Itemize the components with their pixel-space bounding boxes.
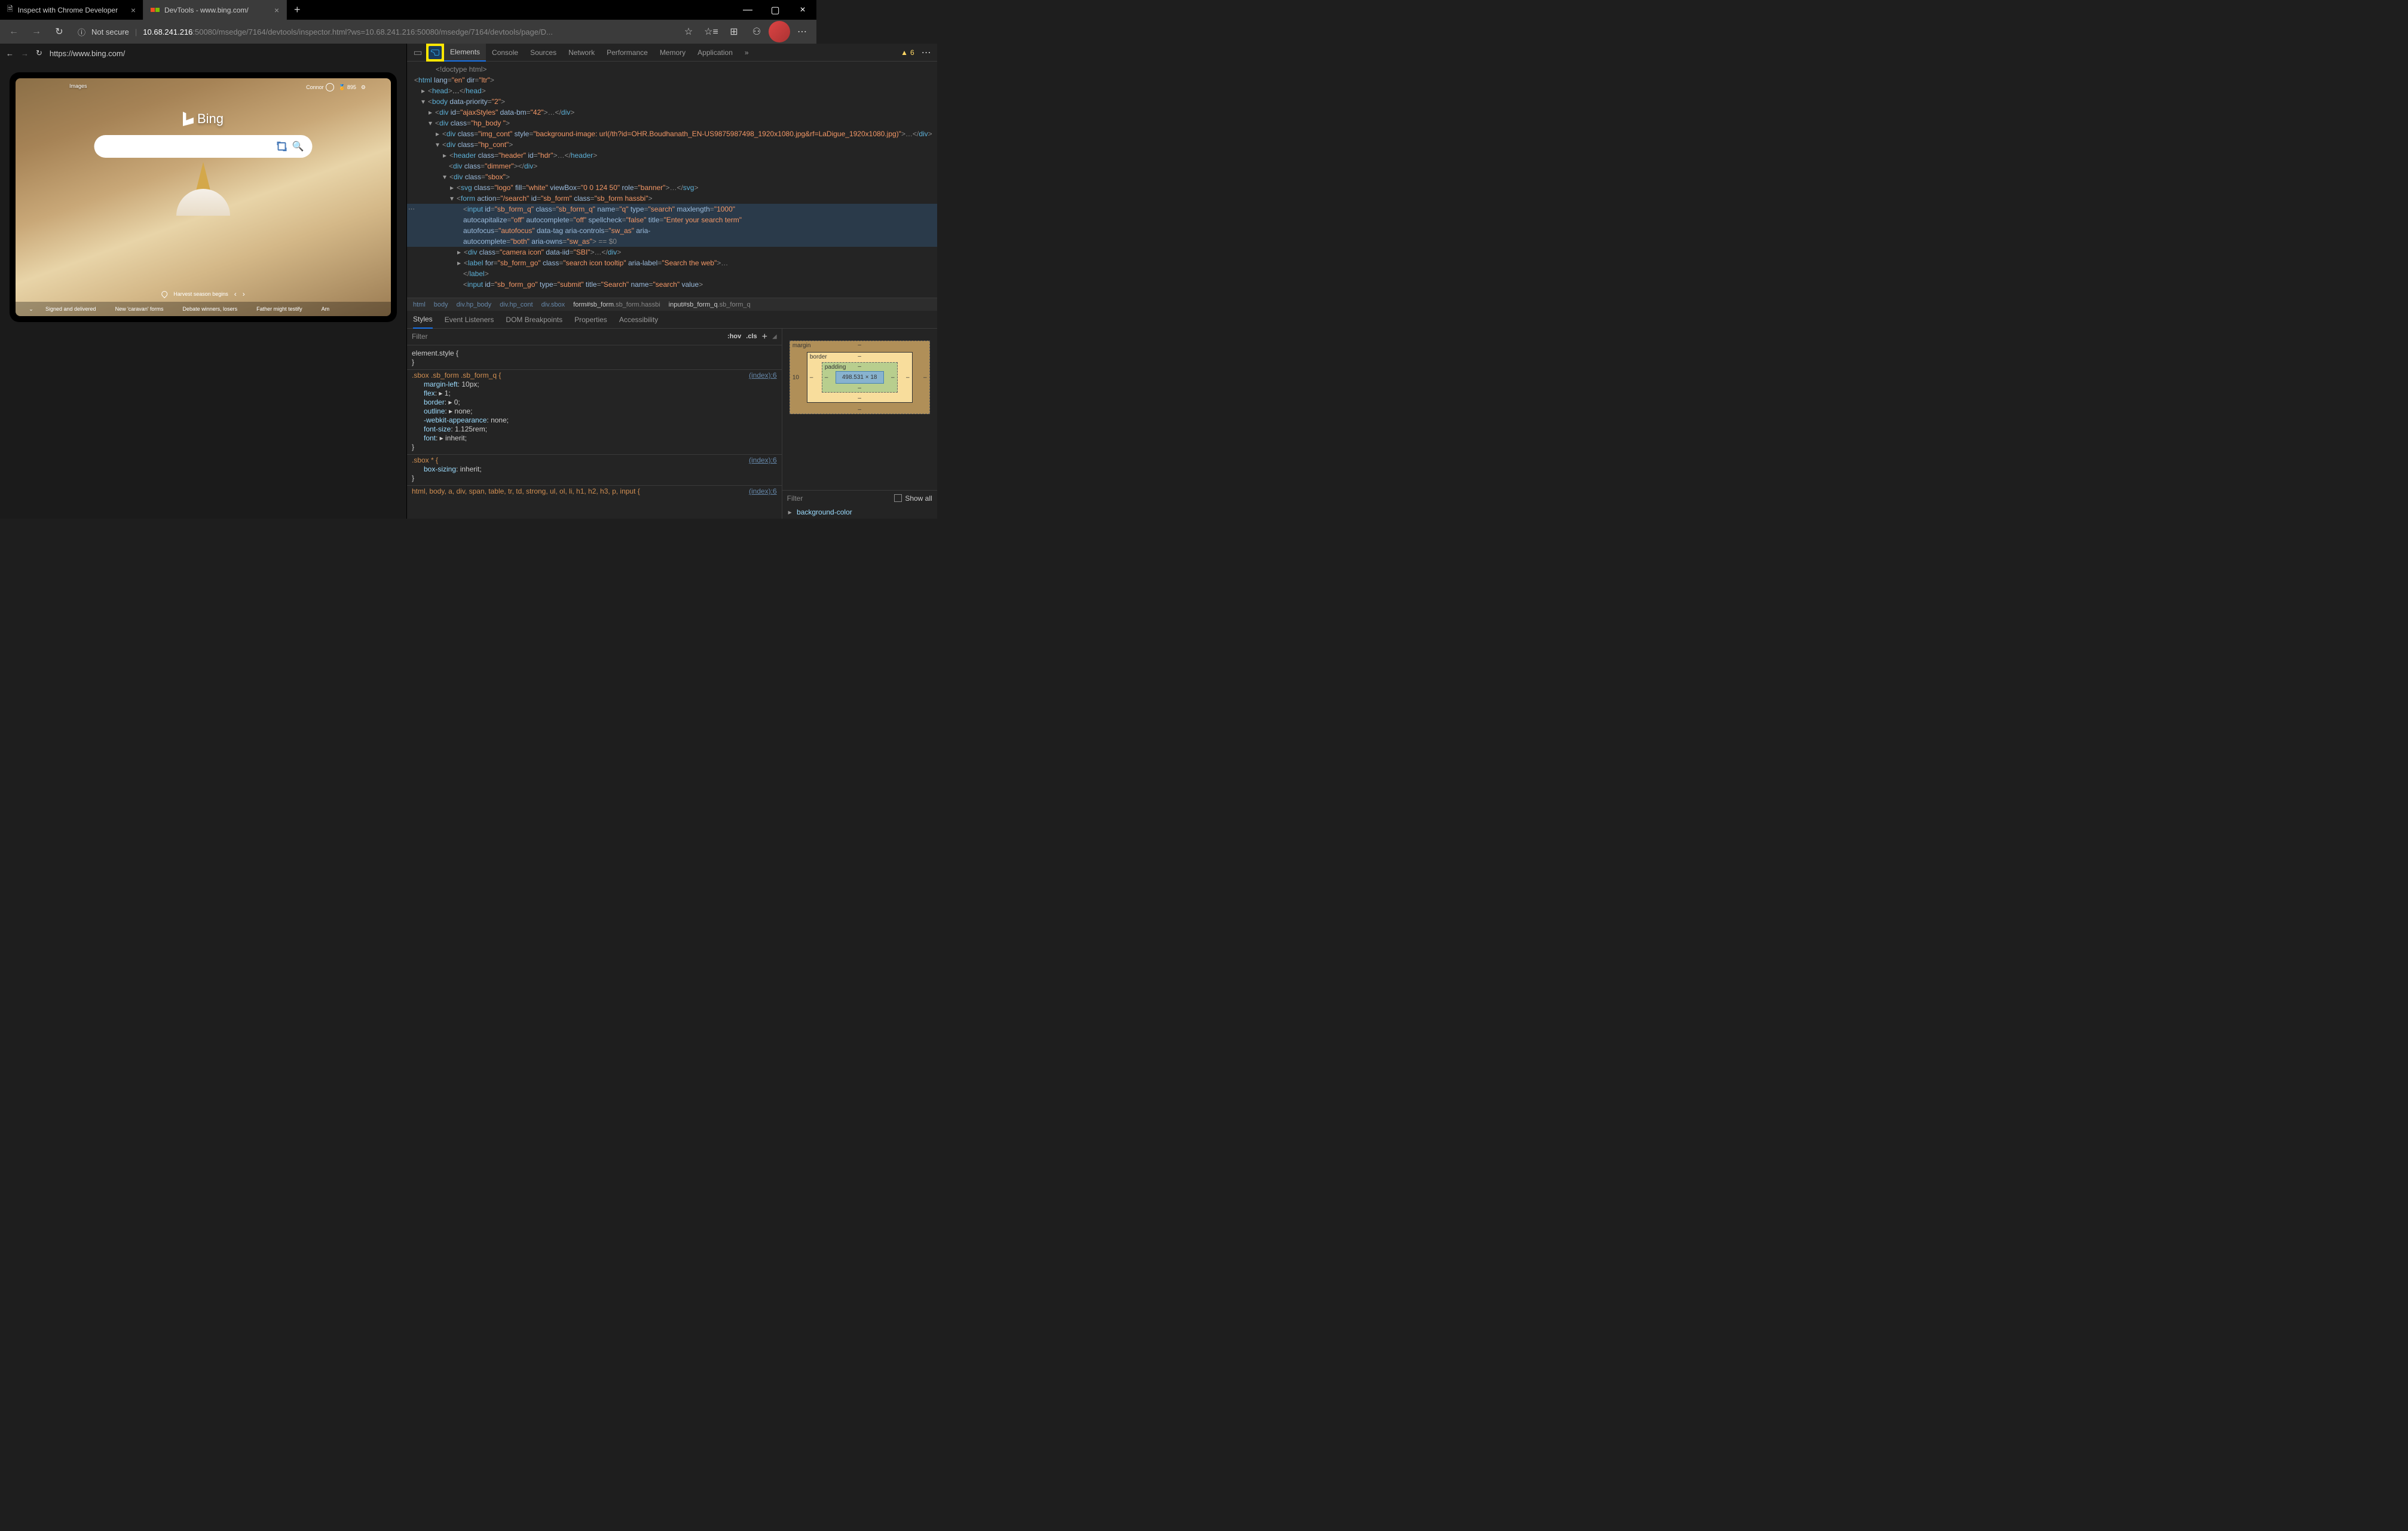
cls-toggle-button[interactable]: .cls [746,332,757,341]
chevron-left-icon: ‹ [234,290,237,298]
devtools-menu-button[interactable]: ⋯ [918,44,935,61]
page-icon: 🗎 [7,4,13,16]
sc-forward-button[interactable]: → [21,49,29,58]
tab-console[interactable]: Console [486,44,524,62]
maximize-button[interactable]: ▢ [761,0,789,20]
close-icon[interactable]: × [274,5,279,15]
sc-reload-button[interactable]: ↻ [36,48,42,58]
sc-back-button[interactable]: ← [6,49,14,58]
bing-gear-icon: ⚙ [361,84,366,91]
url-text: 10.68.241.216:50080/msedge/7164/devtools… [143,27,553,36]
menu-icon [371,84,379,90]
search-icon: 🔍 [292,140,304,152]
sc-url[interactable]: https://www.bing.com/ [50,49,400,58]
person-icon[interactable]: ⚇ [746,21,767,42]
tab-title: DevTools - www.bing.com/ [164,6,249,14]
tab-title: Inspect with Chrome Developer [18,6,118,14]
styles-tabs: Styles Event Listeners DOM Breakpoints P… [407,311,937,329]
page-preview[interactable]: Images Connor 🏅895 ⚙ Bing 🔍 [16,78,391,316]
tab-network[interactable]: Network [562,44,601,62]
computed-filter-input[interactable]: Filter [787,494,803,503]
menu-button[interactable]: ⋯ [791,21,813,42]
pin-icon [160,290,169,298]
tab-styles[interactable]: Styles [413,311,433,329]
bing-footer: ⌄ Signed and delivered New 'caravan' for… [16,302,391,316]
tab-memory[interactable]: Memory [654,44,692,62]
source-link[interactable]: (index):6 [749,371,777,380]
tab-properties[interactable]: Properties [574,311,607,329]
devtools-tabs: ▭ Elements Console Sources Network Perfo… [407,44,937,62]
warning-badge[interactable]: ▲ 6 [901,48,918,57]
bing-searchbox: 🔍 [94,135,313,158]
url-field[interactable]: ⓘ Not secure | 10.68.241.216:50080/msedg… [72,23,675,41]
box-model[interactable]: margin ––10– border –––– padding –––– 49… [782,329,937,490]
favorite-button[interactable]: ☆ [678,21,699,42]
stupa-image [176,162,230,216]
hov-toggle-button[interactable]: :hov [727,332,741,341]
computed-pane: margin ––10– border –––– padding –––– 49… [782,329,937,519]
profile-avatar[interactable] [769,21,790,42]
close-icon[interactable]: × [131,5,136,15]
cast-icon [431,50,439,56]
dom-tree[interactable]: <!doctype html> <html lang="en" dir="ltr… [407,62,937,298]
device-frame: Images Connor 🏅895 ⚙ Bing 🔍 [10,72,397,322]
chevron-down-icon: ⌄ [26,306,36,313]
resize-corner-icon[interactable]: ◢ [772,332,777,341]
source-link[interactable]: (index):6 [749,456,777,465]
browser-tab-1[interactable]: 🗎 Inspect with Chrome Developer × [0,0,143,20]
chevron-right-icon: › [243,290,245,298]
security-label: Not secure [91,27,129,36]
tab-more[interactable]: » [739,44,755,62]
address-bar: ← → ↻ ⓘ Not secure | 10.68.241.216:50080… [0,20,816,44]
close-window-button[interactable]: × [789,0,816,20]
edge-icon [151,8,160,12]
titlebar: 🗎 Inspect with Chrome Developer × DevToo… [0,0,816,20]
screencast-toolbar: ← → ↻ https://www.bing.com/ [0,44,406,63]
site-info-icon[interactable]: ⓘ [78,26,85,38]
bing-images-link: Images [69,83,87,89]
reload-button[interactable]: ↻ [49,22,69,42]
carousel: Harvest season begins ‹ › [161,290,245,298]
source-link[interactable]: (index):6 [749,487,777,496]
forward-button[interactable]: → [26,22,47,42]
bing-logo: Bing [183,111,224,127]
camera-icon [278,142,286,151]
box-content: 498.531 × 18 [836,371,884,384]
tab-dom-breakpoints[interactable]: DOM Breakpoints [506,311,562,329]
minimize-button[interactable]: — [734,0,761,20]
back-button[interactable]: ← [4,22,24,42]
browser-tab-2[interactable]: DevTools - www.bing.com/ × [143,0,287,20]
toggle-screencast-button[interactable] [426,44,444,62]
tab-sources[interactable]: Sources [524,44,562,62]
screencast-panel: ← → ↻ https://www.bing.com/ Images Conno… [0,44,406,519]
bing-user: Connor [306,83,334,91]
bing-rewards: 🏅895 [339,84,356,91]
tab-performance[interactable]: Performance [601,44,654,62]
collections-button[interactable]: ⊞ [723,21,745,42]
devtools-panel: ▭ Elements Console Sources Network Perfo… [406,44,937,519]
new-tab-button[interactable]: + [287,4,308,16]
tab-accessibility[interactable]: Accessibility [619,311,658,329]
styles-filter-input[interactable]: Filter [412,332,723,341]
tab-event-listeners[interactable]: Event Listeners [445,311,494,329]
new-style-rule-button[interactable]: + [762,332,767,341]
computed-property[interactable]: ▸ background-color [782,506,937,519]
styles-pane[interactable]: Filter :hov .cls + ◢ element.style { } (… [407,329,782,519]
breadcrumb[interactable]: htmlbodydiv.hp_bodydiv.hp_contdiv.sbox f… [407,298,937,311]
tab-elements[interactable]: Elements [444,44,486,62]
inspect-element-button[interactable]: ▭ [409,44,426,61]
show-all-checkbox[interactable]: Show all [894,494,932,503]
favorites-button[interactable]: ☆≡ [700,21,722,42]
tab-application[interactable]: Application [692,44,739,62]
